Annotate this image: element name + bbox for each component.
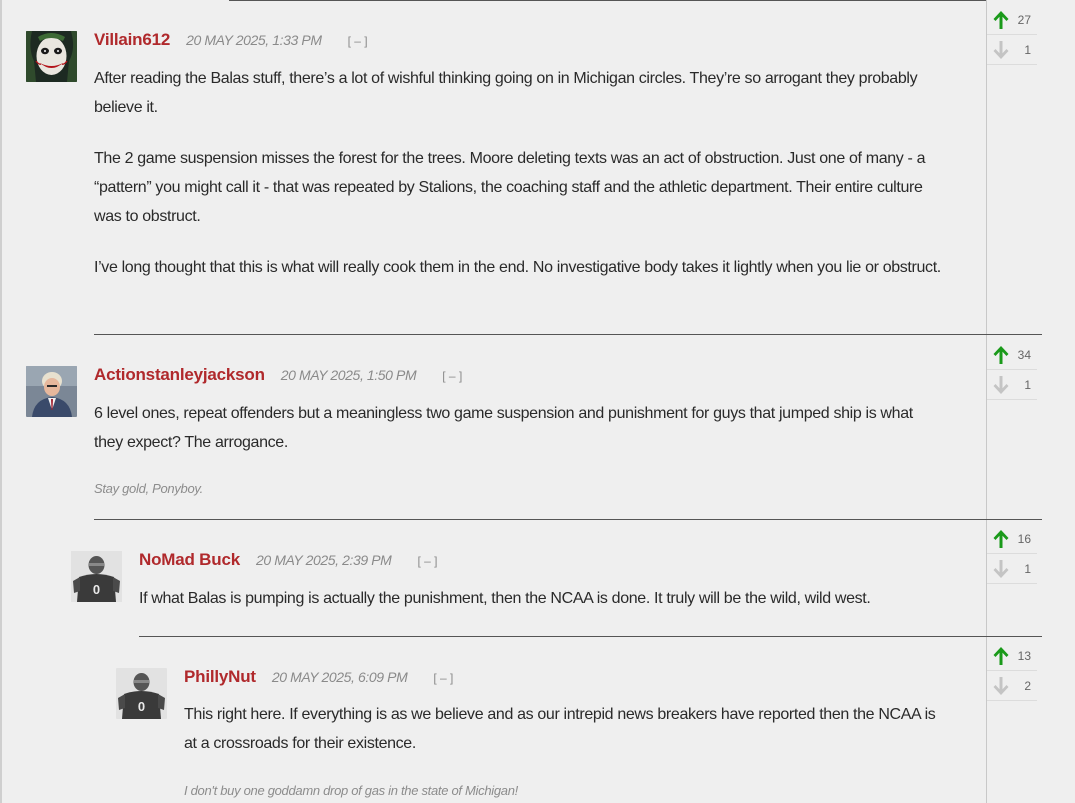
arrow-up-icon	[989, 343, 1013, 367]
upvote-button[interactable]: 13	[987, 641, 1037, 671]
upvote-count: 27	[1017, 12, 1031, 27]
collapse-button[interactable]: [ – ]	[417, 554, 437, 568]
downvote-count: 1	[1024, 377, 1031, 392]
downvote-button[interactable]: 2	[987, 671, 1037, 701]
comment-meta: Actionstanleyjackson 20 MAY 2025, 1:50 P…	[94, 365, 462, 385]
comment-paragraph: If what Balas is pumping is actually the…	[139, 590, 871, 607]
comment-body: 6 level ones, repeat offenders but a mea…	[94, 399, 944, 479]
avatar[interactable]: 0	[71, 551, 122, 602]
upvote-count: 13	[1017, 648, 1031, 663]
author-name[interactable]: Actionstanleyjackson	[94, 365, 265, 385]
comment-thread: Villain612 20 MAY 2025, 1:33 PM [ – ] Af…	[0, 0, 1075, 803]
author-name[interactable]: Villain612	[94, 30, 170, 50]
default-player-avatar-icon: 0	[71, 551, 122, 602]
comment-item: 0 NoMad Buck 20 MAY 2025, 2:39 PM [ – ] …	[0, 520, 1075, 636]
comment-item: Actionstanleyjackson 20 MAY 2025, 1:50 P…	[0, 335, 1075, 519]
comment-paragraph: 6 level ones, repeat offenders but a mea…	[94, 405, 913, 451]
author-name[interactable]: NoMad Buck	[139, 550, 240, 570]
avatar[interactable]	[26, 366, 77, 417]
downvote-button[interactable]: 1	[987, 35, 1037, 65]
comment-paragraph: The 2 game suspension misses the forest …	[94, 150, 926, 225]
user-signature: Stay gold, Ponyboy.	[94, 481, 203, 496]
arrow-down-icon	[989, 373, 1013, 397]
comment-meta: PhillyNut 20 MAY 2025, 6:09 PM [ – ]	[184, 667, 453, 687]
comment-body: After reading the Balas stuff, there’s a…	[94, 64, 944, 304]
downvote-count: 1	[1024, 42, 1031, 57]
comment-date[interactable]: 20 MAY 2025, 2:39 PM	[256, 552, 392, 568]
vote-controls: 27 1	[987, 5, 1037, 65]
upvote-count: 16	[1017, 531, 1031, 546]
arrow-up-icon	[989, 527, 1013, 551]
arrow-down-icon	[989, 557, 1013, 581]
avatar[interactable]	[26, 31, 77, 82]
collapse-button[interactable]: [ – ]	[442, 369, 462, 383]
comment-date[interactable]: 20 MAY 2025, 6:09 PM	[272, 669, 408, 685]
default-player-avatar-icon: 0	[116, 668, 167, 719]
vote-controls: 16 1	[987, 524, 1037, 584]
collapse-button[interactable]: [ – ]	[348, 34, 368, 48]
comment-paragraph: After reading the Balas stuff, there’s a…	[94, 70, 918, 116]
collapse-button[interactable]: [ – ]	[433, 671, 453, 685]
upvote-count: 34	[1017, 347, 1031, 362]
comment-date[interactable]: 20 MAY 2025, 1:33 PM	[186, 32, 322, 48]
comment-meta: NoMad Buck 20 MAY 2025, 2:39 PM [ – ]	[139, 550, 437, 570]
avatar[interactable]: 0	[116, 668, 167, 719]
comment-paragraph: I’ve long thought that this is what will…	[94, 259, 941, 276]
downvote-button[interactable]: 1	[987, 554, 1037, 584]
comment-body: This right here. If everything is as we …	[184, 700, 944, 780]
comment-paragraph: This right here. If everything is as we …	[184, 706, 936, 752]
user-signature: I don't buy one goddamn drop of gas in t…	[184, 783, 518, 798]
photo-avatar-icon	[26, 366, 77, 417]
arrow-down-icon	[989, 674, 1013, 698]
comment-body: If what Balas is pumping is actually the…	[139, 584, 944, 635]
vote-controls: 13 2	[987, 641, 1037, 701]
comment-item: Villain612 20 MAY 2025, 1:33 PM [ – ] Af…	[0, 0, 1075, 334]
svg-text:0: 0	[93, 582, 100, 597]
comment-item: 0 PhillyNut 20 MAY 2025, 6:09 PM [ – ] T…	[0, 637, 1075, 803]
svg-text:0: 0	[138, 699, 145, 714]
arrow-up-icon	[989, 8, 1013, 32]
comment-meta: Villain612 20 MAY 2025, 1:33 PM [ – ]	[94, 30, 368, 50]
arrow-up-icon	[989, 644, 1013, 668]
arrow-down-icon	[989, 38, 1013, 62]
upvote-button[interactable]: 34	[987, 340, 1037, 370]
vote-controls: 34 1	[987, 340, 1037, 400]
comment-date[interactable]: 20 MAY 2025, 1:50 PM	[281, 367, 417, 383]
downvote-button[interactable]: 1	[987, 370, 1037, 400]
upvote-button[interactable]: 16	[987, 524, 1037, 554]
joker-avatar-icon	[26, 31, 77, 82]
author-name[interactable]: PhillyNut	[184, 667, 256, 687]
downvote-count: 2	[1024, 678, 1031, 693]
upvote-button[interactable]: 27	[987, 5, 1037, 35]
downvote-count: 1	[1024, 561, 1031, 576]
